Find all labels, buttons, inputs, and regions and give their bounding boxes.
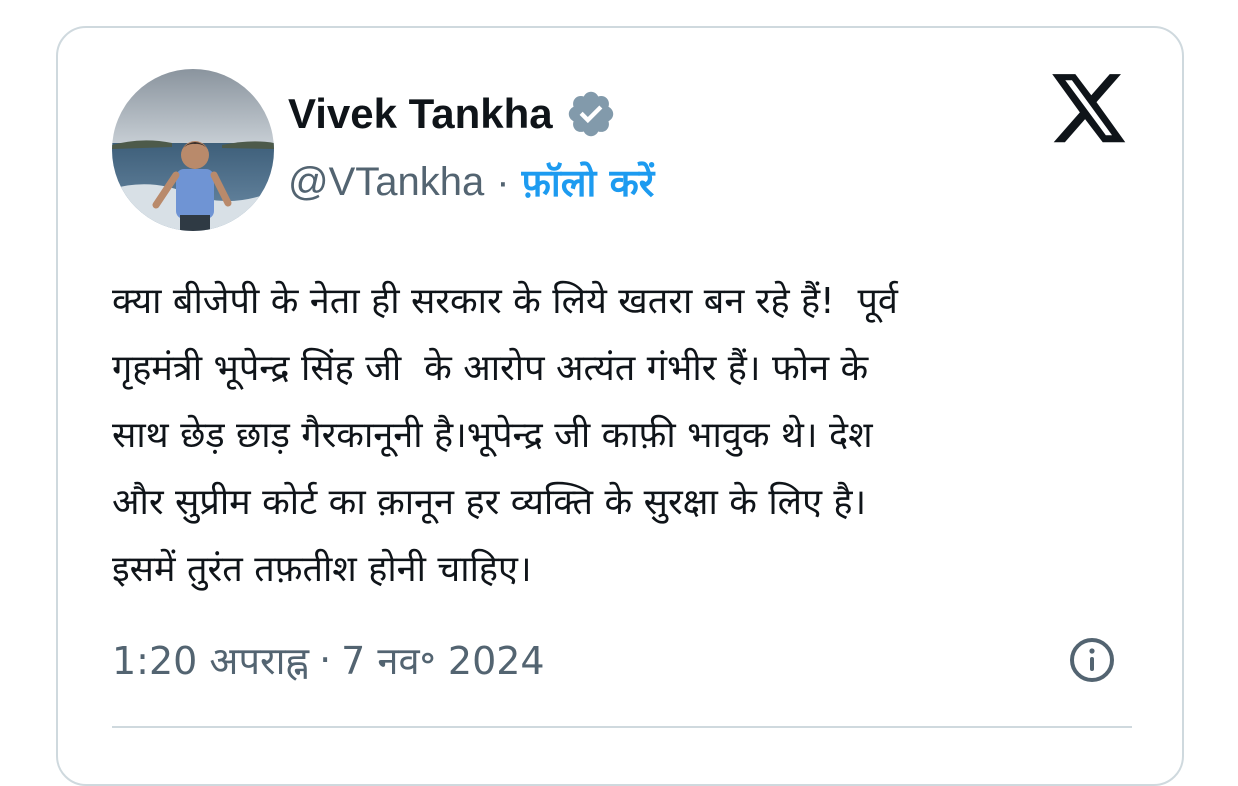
- tweet-date[interactable]: 7 नव॰ 2024: [341, 634, 544, 686]
- tweet-text: क्या बीजेपी के नेता ही सरकार के लिये खतर…: [112, 281, 898, 590]
- user-handle[interactable]: @VTankha: [288, 160, 484, 205]
- tweet-timestamp: 1:20 अपराह्न · 7 नव॰ 2024: [112, 630, 545, 690]
- verified-badge-icon: [568, 91, 613, 137]
- tweet-card: Vivek Tankha @VTankha · फ़ॉलो करें क्या …: [56, 26, 1184, 786]
- tweet-time[interactable]: 1:20 अपराह्न: [112, 634, 309, 686]
- display-name[interactable]: Vivek Tankha: [288, 90, 553, 138]
- avatar[interactable]: [112, 69, 274, 231]
- timestamp-separator: ·: [319, 638, 332, 682]
- separator-dot: ·: [496, 159, 510, 204]
- author-name-row: Vivek Tankha: [288, 86, 617, 142]
- divider: [112, 726, 1132, 728]
- handle-row: @VTankha · फ़ॉलो करें: [288, 156, 654, 208]
- x-logo-icon[interactable]: [1052, 74, 1128, 144]
- info-icon[interactable]: [1068, 636, 1116, 684]
- follow-button[interactable]: फ़ॉलो करें: [522, 156, 655, 208]
- avatar-photo: [112, 69, 274, 231]
